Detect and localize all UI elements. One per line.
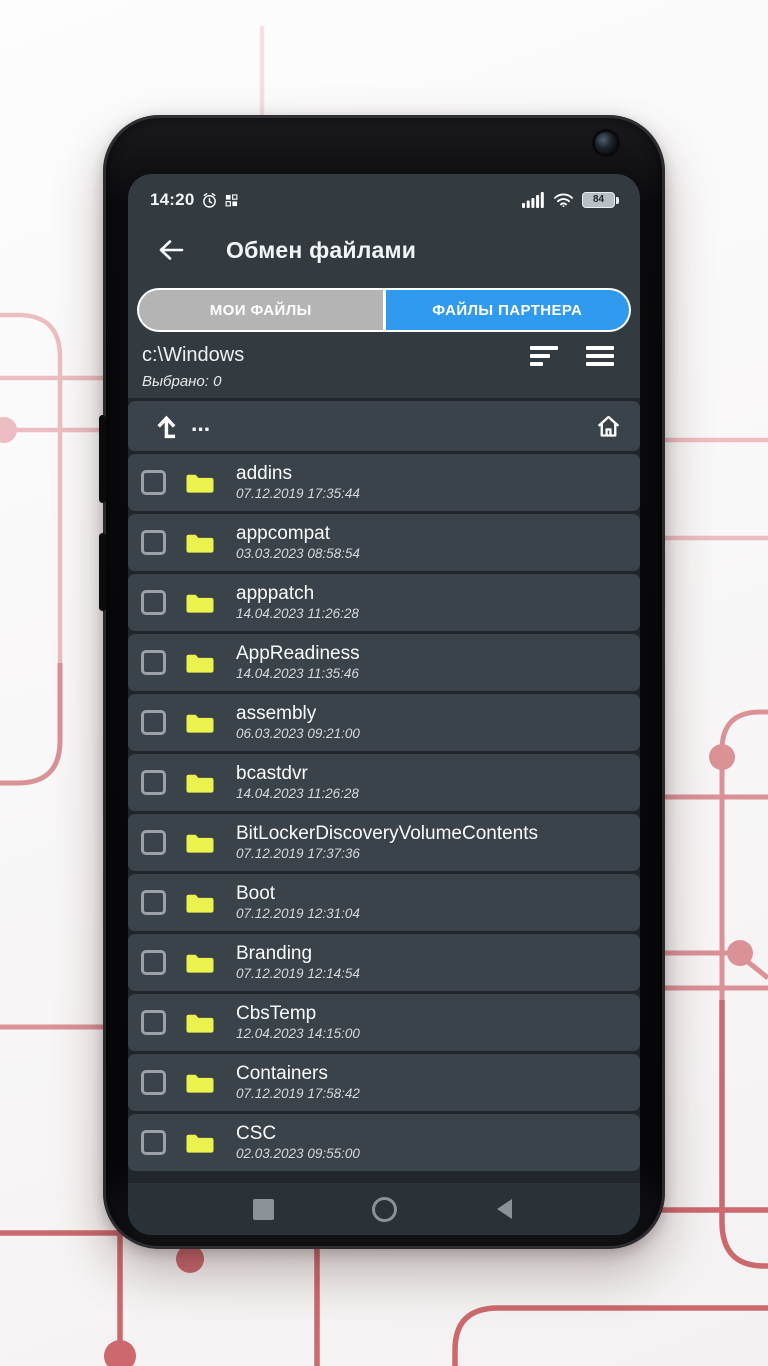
file-date: 14.04.2023 11:26:28 bbox=[236, 606, 359, 622]
tab-switcher: МОИ ФАЙЛЫ ФАЙЛЫ ПАРТНЕРА bbox=[137, 288, 631, 332]
file-row[interactable]: apppatch 14.04.2023 11:26:28 bbox=[128, 574, 640, 631]
wifi-icon bbox=[553, 192, 574, 208]
file-name: Boot bbox=[236, 883, 360, 904]
battery-percent: 84 bbox=[593, 195, 604, 205]
file-row[interactable]: Containers 07.12.2019 17:58:42 bbox=[128, 1054, 640, 1111]
file-date: 07.12.2019 17:58:42 bbox=[236, 1086, 360, 1102]
selected-count: Выбрано: 0 bbox=[128, 367, 640, 398]
up-directory-row[interactable]: ... bbox=[128, 401, 640, 451]
file-row[interactable]: assembly 06.03.2023 09:21:00 bbox=[128, 694, 640, 751]
battery-icon: 84 bbox=[582, 192, 615, 208]
file-name: BitLockerDiscoveryVolumeContents bbox=[236, 823, 538, 844]
power-button bbox=[99, 533, 106, 611]
file-name: CSC bbox=[236, 1123, 360, 1144]
file-checkbox[interactable] bbox=[141, 710, 166, 735]
file-name: apppatch bbox=[236, 583, 359, 604]
folder-icon bbox=[185, 831, 215, 855]
file-date: 03.03.2023 08:58:54 bbox=[236, 546, 360, 562]
folder-icon bbox=[185, 591, 215, 615]
cell-signal-icon bbox=[522, 192, 545, 208]
page-title: Обмен файлами bbox=[226, 237, 416, 264]
file-row[interactable]: BitLockerDiscoveryVolumeContents 07.12.2… bbox=[128, 814, 640, 871]
widgets-icon bbox=[225, 194, 238, 207]
file-name: CbsTemp bbox=[236, 1003, 360, 1024]
file-checkbox[interactable] bbox=[141, 890, 166, 915]
file-checkbox[interactable] bbox=[141, 1010, 166, 1035]
file-row[interactable]: CbsTemp 12.04.2023 14:15:00 bbox=[128, 994, 640, 1051]
file-row[interactable]: appcompat 03.03.2023 08:58:54 bbox=[128, 514, 640, 571]
file-date: 07.12.2019 12:31:04 bbox=[236, 906, 360, 922]
file-row[interactable]: bcastdvr 14.04.2023 11:26:28 bbox=[128, 754, 640, 811]
file-name: bcastdvr bbox=[236, 763, 359, 784]
file-row[interactable]: AppReadiness 14.04.2023 11:35:46 bbox=[128, 634, 640, 691]
back-button[interactable] bbox=[495, 1198, 515, 1220]
file-date: 14.04.2023 11:35:46 bbox=[236, 666, 360, 682]
folder-icon bbox=[185, 651, 215, 675]
file-row[interactable]: CSC 02.03.2023 09:55:00 bbox=[128, 1114, 640, 1171]
clock-time: 14:20 bbox=[150, 190, 194, 210]
file-name: Branding bbox=[236, 943, 360, 964]
current-path: c:\Windows bbox=[142, 344, 530, 367]
file-checkbox[interactable] bbox=[141, 950, 166, 975]
file-name: addins bbox=[236, 463, 360, 484]
folder-icon bbox=[185, 711, 215, 735]
file-row[interactable]: addins 07.12.2019 17:35:44 bbox=[128, 454, 640, 511]
file-name: appcompat bbox=[236, 523, 360, 544]
file-row[interactable]: Boot 07.12.2019 12:31:04 bbox=[128, 874, 640, 931]
tab-my-files[interactable]: МОИ ФАЙЛЫ bbox=[139, 290, 383, 330]
app-header: Обмен файлами bbox=[128, 218, 640, 282]
folder-icon bbox=[185, 1131, 215, 1155]
file-date: 07.12.2019 12:14:54 bbox=[236, 966, 360, 982]
file-date: 14.04.2023 11:26:28 bbox=[236, 786, 359, 802]
file-checkbox[interactable] bbox=[141, 770, 166, 795]
up-directory-label: ... bbox=[191, 410, 210, 437]
file-checkbox[interactable] bbox=[141, 470, 166, 495]
folder-icon bbox=[185, 471, 215, 495]
menu-icon[interactable] bbox=[586, 346, 614, 366]
recents-button[interactable] bbox=[253, 1199, 274, 1220]
file-date: 07.12.2019 17:37:36 bbox=[236, 846, 538, 862]
home-icon[interactable] bbox=[595, 413, 622, 440]
file-checkbox[interactable] bbox=[141, 650, 166, 675]
file-checkbox[interactable] bbox=[141, 590, 166, 615]
folder-icon bbox=[185, 771, 215, 795]
folder-icon bbox=[185, 1011, 215, 1035]
phone-frame: 14:20 bbox=[103, 115, 665, 1249]
file-date: 12.04.2023 14:15:00 bbox=[236, 1026, 360, 1042]
alarm-icon bbox=[201, 192, 218, 209]
front-camera bbox=[595, 132, 617, 154]
home-button[interactable] bbox=[372, 1197, 397, 1222]
arrow-up-icon bbox=[152, 411, 182, 441]
folder-icon bbox=[185, 951, 215, 975]
file-checkbox[interactable] bbox=[141, 830, 166, 855]
file-date: 07.12.2019 17:35:44 bbox=[236, 486, 360, 502]
file-checkbox[interactable] bbox=[141, 530, 166, 555]
folder-icon bbox=[185, 891, 215, 915]
file-name: assembly bbox=[236, 703, 360, 724]
folder-icon bbox=[185, 531, 215, 555]
file-date: 06.03.2023 09:21:00 bbox=[236, 726, 360, 742]
file-name: Containers bbox=[236, 1063, 360, 1084]
android-nav-bar bbox=[128, 1183, 640, 1235]
folder-icon bbox=[185, 1071, 215, 1095]
file-name: AppReadiness bbox=[236, 643, 360, 664]
tab-partner-files[interactable]: ФАЙЛЫ ПАРТНЕРА bbox=[386, 290, 630, 330]
sort-icon[interactable] bbox=[530, 346, 558, 366]
file-date: 02.03.2023 09:55:00 bbox=[236, 1146, 360, 1162]
volume-button bbox=[99, 415, 106, 503]
app-screen: 14:20 bbox=[128, 174, 640, 1235]
path-bar: c:\Windows bbox=[128, 336, 640, 367]
status-bar: 14:20 bbox=[128, 174, 640, 218]
file-list: ... addins 07.12.2019 17:35:44 bbox=[128, 398, 640, 1183]
back-arrow-icon[interactable] bbox=[156, 237, 186, 263]
file-checkbox[interactable] bbox=[141, 1070, 166, 1095]
file-row[interactable]: Branding 07.12.2019 12:14:54 bbox=[128, 934, 640, 991]
file-checkbox[interactable] bbox=[141, 1130, 166, 1155]
